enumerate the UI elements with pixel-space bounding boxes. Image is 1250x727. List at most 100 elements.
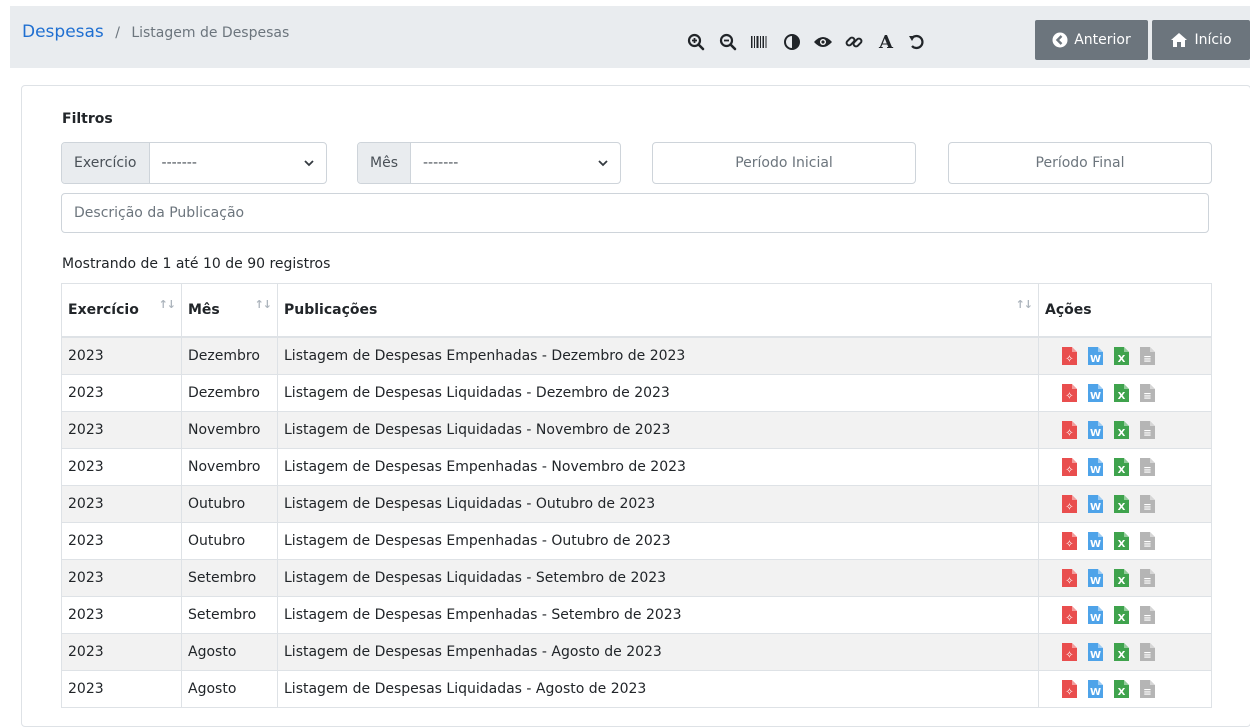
pdf-icon[interactable]: ✧ <box>1061 642 1078 662</box>
cell-publicacao: Listagem de Despesas Liquidadas - Setemb… <box>277 559 1039 597</box>
cell-acoes: ✧ W X ≡ <box>1038 633 1212 671</box>
exercicio-select[interactable]: ------- <box>150 143 326 183</box>
word-icon[interactable]: W <box>1087 494 1104 514</box>
mes-label: Mês <box>358 143 411 183</box>
text-icon[interactable]: ≡ <box>1139 679 1156 699</box>
pdf-icon[interactable]: ✧ <box>1061 605 1078 625</box>
svg-text:≡: ≡ <box>1143 502 1151 513</box>
barcode-icon[interactable] <box>747 30 771 54</box>
zoom-out-icon[interactable] <box>716 30 740 54</box>
excel-icon[interactable]: X <box>1113 642 1130 662</box>
word-icon[interactable]: W <box>1087 568 1104 588</box>
svg-text:≡: ≡ <box>1143 613 1151 624</box>
table-body: 2023 Dezembro Listagem de Despesas Empenha… <box>61 336 1212 708</box>
svg-text:X: X <box>1118 613 1126 624</box>
word-icon[interactable]: W <box>1087 420 1104 440</box>
word-icon[interactable]: W <box>1087 383 1104 403</box>
cell-acoes: ✧ W X ≡ <box>1038 670 1212 708</box>
eye-icon[interactable] <box>811 30 835 54</box>
home-button[interactable]: Início <box>1152 20 1250 60</box>
excel-icon[interactable]: X <box>1113 605 1130 625</box>
periodo-inicial-input[interactable]: Período Inicial <box>652 142 916 184</box>
word-icon[interactable]: W <box>1087 679 1104 699</box>
svg-text:≡: ≡ <box>1143 465 1151 476</box>
cell-exercicio: 2023 <box>61 336 182 375</box>
column-header-exercicio[interactable]: Exercício ↑↓ <box>61 283 182 338</box>
cell-exercicio: 2023 <box>61 411 182 449</box>
excel-icon[interactable]: X <box>1113 568 1130 588</box>
column-header-publicacoes-label: Publicações <box>284 302 378 318</box>
cell-acoes: ✧ W X ≡ <box>1038 522 1212 560</box>
cell-mes: Agosto <box>181 670 278 708</box>
row-actions: ✧ W X ≡ <box>1045 642 1205 662</box>
text-icon[interactable]: ≡ <box>1139 568 1156 588</box>
contrast-icon[interactable] <box>780 30 804 54</box>
row-actions: ✧ W X ≡ <box>1045 605 1205 625</box>
row-actions: ✧ W X ≡ <box>1045 346 1205 366</box>
mes-select-group[interactable]: Mês ------- <box>357 142 621 184</box>
row-actions: ✧ W X ≡ <box>1045 383 1205 403</box>
cell-mes: Novembro <box>181 411 278 449</box>
word-icon[interactable]: W <box>1087 605 1104 625</box>
row-actions: ✧ W X ≡ <box>1045 531 1205 551</box>
cell-acoes: ✧ W X ≡ <box>1038 448 1212 486</box>
table-row: 2023 Setembro Listagem de Despesas Empenha… <box>61 596 1212 634</box>
excel-icon[interactable]: X <box>1113 494 1130 514</box>
home-icon <box>1171 33 1188 47</box>
svg-text:X: X <box>1118 576 1126 587</box>
pdf-icon[interactable]: ✧ <box>1061 531 1078 551</box>
text-icon[interactable]: ≡ <box>1139 346 1156 366</box>
pdf-icon[interactable]: ✧ <box>1061 383 1078 403</box>
text-icon[interactable]: ≡ <box>1139 420 1156 440</box>
excel-icon[interactable]: X <box>1113 679 1130 699</box>
periodo-final-input[interactable]: Período Final <box>948 142 1212 184</box>
cell-acoes: ✧ W X ≡ <box>1038 559 1212 597</box>
cell-mes: Dezembro <box>181 374 278 412</box>
excel-icon[interactable]: X <box>1113 457 1130 477</box>
excel-icon[interactable]: X <box>1113 420 1130 440</box>
mes-select[interactable]: ------- <box>411 143 620 183</box>
text-icon[interactable]: ≡ <box>1139 531 1156 551</box>
column-header-acoes: Ações <box>1038 283 1212 338</box>
excel-icon[interactable]: X <box>1113 346 1130 366</box>
font-icon[interactable]: A <box>874 30 898 54</box>
chevron-down-icon <box>304 159 314 166</box>
row-actions: ✧ W X ≡ <box>1045 568 1205 588</box>
pdf-icon[interactable]: ✧ <box>1061 420 1078 440</box>
pdf-icon[interactable]: ✧ <box>1061 679 1078 699</box>
text-icon[interactable]: ≡ <box>1139 642 1156 662</box>
excel-icon[interactable]: X <box>1113 531 1130 551</box>
text-icon[interactable]: ≡ <box>1139 383 1156 403</box>
excel-icon[interactable]: X <box>1113 383 1130 403</box>
word-icon[interactable]: W <box>1087 531 1104 551</box>
table-row: 2023 Dezembro Listagem de Despesas Liquida… <box>61 374 1212 412</box>
column-header-publicacoes[interactable]: Publicações ↑↓ <box>277 283 1039 338</box>
word-icon[interactable]: W <box>1087 457 1104 477</box>
exercicio-select-group[interactable]: Exercício ------- <box>61 142 327 184</box>
breadcrumb-root-link[interactable]: Despesas <box>22 22 104 42</box>
descricao-publicacao-input[interactable]: Descrição da Publicação <box>61 193 1209 233</box>
chevron-left-circle-icon <box>1052 32 1068 48</box>
exercicio-select-value: ------- <box>161 155 197 171</box>
text-icon[interactable]: ≡ <box>1139 457 1156 477</box>
reset-icon[interactable] <box>905 30 929 54</box>
previous-button[interactable]: Anterior <box>1035 20 1148 60</box>
table-row: 2023 Outubro Listagem de Despesas Empenhad… <box>61 522 1212 560</box>
link-icon[interactable] <box>842 30 866 54</box>
pdf-icon[interactable]: ✧ <box>1061 494 1078 514</box>
word-icon[interactable]: W <box>1087 346 1104 366</box>
column-header-mes[interactable]: Mês ↑↓ <box>181 283 278 338</box>
svg-text:✧: ✧ <box>1065 465 1073 476</box>
pdf-icon[interactable]: ✧ <box>1061 346 1078 366</box>
svg-text:✧: ✧ <box>1065 613 1073 624</box>
text-icon[interactable]: ≡ <box>1139 605 1156 625</box>
cell-acoes: ✧ W X ≡ <box>1038 374 1212 412</box>
pdf-icon[interactable]: ✧ <box>1061 568 1078 588</box>
word-icon[interactable]: W <box>1087 642 1104 662</box>
text-icon[interactable]: ≡ <box>1139 494 1156 514</box>
zoom-in-icon[interactable] <box>684 30 708 54</box>
pdf-icon[interactable]: ✧ <box>1061 457 1078 477</box>
svg-text:✧: ✧ <box>1065 687 1073 698</box>
table-row: 2023 Agosto Listagem de Despesas Liquidada… <box>61 670 1212 708</box>
cell-acoes: ✧ W X ≡ <box>1038 411 1212 449</box>
